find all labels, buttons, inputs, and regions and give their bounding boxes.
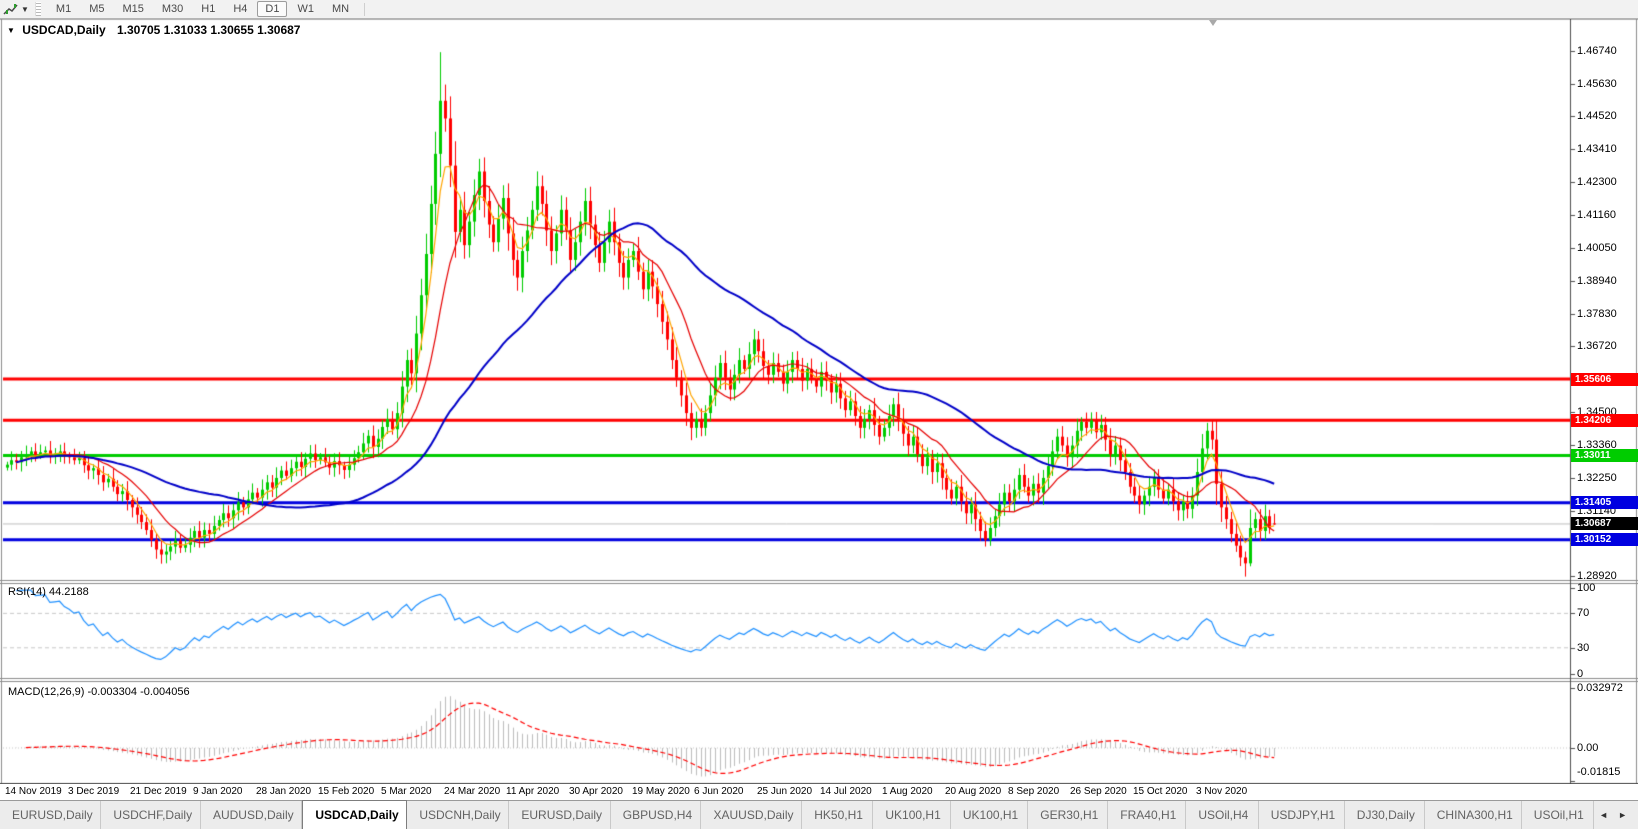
macd-tick-label: -0.01815 <box>1577 766 1621 778</box>
price-tick-label: 1.45630 <box>1577 78 1617 90</box>
date-label: 5 Mar 2020 <box>381 786 432 797</box>
date-label: 28 Jan 2020 <box>256 786 312 797</box>
price-tag-current: 1.30687 <box>1571 517 1638 530</box>
date-label: 11 Apr 2020 <box>506 786 560 797</box>
chart-tab-gbpusd[interactable]: GBPUSD,H4 <box>611 801 702 829</box>
date-axis[interactable]: 14 Nov 2019 3 Dec 2019 21 Dec 2019 9 Jan 20… <box>0 784 1638 800</box>
chevron-down-icon[interactable]: ▼ <box>21 5 29 14</box>
chart-tab-usdchf[interactable]: USDCHF,Daily <box>101 801 201 829</box>
chart-tab-ger30[interactable]: GER30,H1 <box>1028 801 1109 829</box>
date-label: 14 Jul 2020 <box>820 786 872 797</box>
macd-tick-label: 0.00 <box>1577 742 1599 754</box>
price-tick-label: 1.37830 <box>1577 308 1617 320</box>
date-label: 8 Sep 2020 <box>1008 786 1060 797</box>
price-tag-level: 1.30152 <box>1571 533 1638 546</box>
date-label: 19 May 2020 <box>632 786 690 797</box>
tab-scroll-arrows: ◄ ► <box>1594 801 1638 829</box>
price-tag-level: 1.33011 <box>1571 449 1638 462</box>
macd-tick-label: 0.032972 <box>1577 682 1623 694</box>
chart-tab-audusd[interactable]: AUDUSD,Daily <box>201 801 303 829</box>
timeframe-buttons: M1 M5 M15 M30 H1 H4 D1 W1 MN <box>47 1 358 17</box>
chart-tab-dj30[interactable]: DJ30,Daily <box>1345 801 1425 829</box>
price-tag-level: 1.35606 <box>1571 373 1638 386</box>
date-label: 14 Nov 2019 <box>5 786 62 797</box>
date-label: 15 Oct 2020 <box>1133 786 1188 797</box>
chart-style-icon[interactable] <box>3 2 19 16</box>
chart-tab-fra40[interactable]: FRA40,H1 <box>1108 801 1187 829</box>
timeframe-button-w1[interactable]: W1 <box>289 1 322 17</box>
timeframe-button-m1[interactable]: M1 <box>48 1 79 17</box>
price-tick-label: 1.32250 <box>1577 472 1617 484</box>
timeframe-button-d1[interactable]: D1 <box>257 1 288 17</box>
chart-tab-eurusd[interactable]: EURUSD,Daily <box>0 801 102 829</box>
timeframe-button-m5[interactable]: M5 <box>81 1 112 17</box>
chart-shift-marker[interactable] <box>1209 20 1217 26</box>
toolbar-grip[interactable] <box>34 2 41 16</box>
rsi-tick-label: 100 <box>1577 582 1596 594</box>
chart-tab-usoil[interactable]: USOil,H4 <box>1186 801 1259 829</box>
timeframe-button-m30[interactable]: M30 <box>154 1 191 17</box>
rsi-tick-label: 30 <box>1577 642 1590 654</box>
toolbar: ▼ M1 M5 M15 M30 H1 H4 D1 W1 MN <box>0 0 1638 19</box>
chart-plot[interactable] <box>0 18 1638 784</box>
price-tick-label: 1.36720 <box>1577 340 1617 352</box>
price-tick-label: 1.43410 <box>1577 143 1617 155</box>
chart-tab-uk100[interactable]: UK100,H1 <box>873 801 951 829</box>
date-label: 24 Mar 2020 <box>444 786 501 797</box>
tab-scroll-right-icon[interactable]: ► <box>1613 810 1632 820</box>
date-label: 9 Jan 2020 <box>193 786 243 797</box>
tab-scroll-left-icon[interactable]: ◄ <box>1594 810 1613 820</box>
chart-symbol: USDCAD,Daily <box>22 23 106 37</box>
date-label: 1 Aug 2020 <box>882 786 933 797</box>
date-label: 21 Dec 2019 <box>130 786 187 797</box>
price-tick-label: 1.42300 <box>1577 176 1617 188</box>
timeframe-button-mn[interactable]: MN <box>324 1 357 17</box>
date-label: 3 Dec 2019 <box>68 786 120 797</box>
timeframe-button-m15[interactable]: M15 <box>114 1 151 17</box>
rsi-indicator-label: RSI(14) 44.2188 <box>8 586 89 598</box>
chart-ohlc-values: 1.30705 1.31033 1.30655 1.30687 <box>116 23 301 37</box>
chart-tab-xauusd[interactable]: XAUUSD,Daily <box>701 801 803 829</box>
price-tick-label: 1.46740 <box>1577 45 1617 57</box>
date-label: 25 Jun 2020 <box>757 786 813 797</box>
price-tick-label: 1.28920 <box>1577 570 1617 582</box>
date-label: 30 Apr 2020 <box>569 786 623 797</box>
chart-tab-hk50[interactable]: HK50,H1 <box>802 801 874 829</box>
timeframe-button-h1[interactable]: H1 <box>193 1 223 17</box>
chart-tab-eurusd[interactable]: EURUSD,Daily <box>509 801 611 829</box>
price-tick-label: 1.40050 <box>1577 242 1617 254</box>
chart-tab-usdcnh[interactable]: USDCNH,Daily <box>407 801 510 829</box>
price-tick-label: 1.44520 <box>1577 110 1617 122</box>
date-label: 15 Feb 2020 <box>318 786 375 797</box>
date-label: 20 Aug 2020 <box>945 786 1002 797</box>
toolbar-separator <box>364 2 366 16</box>
timeframe-button-h4[interactable]: H4 <box>225 1 255 17</box>
chart-tab-china300[interactable]: CHINA300,H1 <box>1425 801 1522 829</box>
triangle-down-icon: ▼ <box>7 26 15 35</box>
chart-tabs: EURUSD,Daily USDCHF,Daily AUDUSD,Daily USDC… <box>0 800 1638 829</box>
price-tick-label: 1.41160 <box>1577 209 1616 221</box>
price-tick-label: 1.38940 <box>1577 275 1617 287</box>
mt4-window: { "toolbar": { "chart_style_icon": "char… <box>0 0 1638 829</box>
chart-tab-usdcad[interactable]: USDCAD,Daily <box>302 800 408 829</box>
price-tag-level: 1.31405 <box>1571 496 1638 509</box>
chart-tab-usoil[interactable]: USOil,H1 <box>1522 801 1595 829</box>
chart-tab-uk100[interactable]: UK100,H1 <box>951 801 1029 829</box>
macd-indicator-label: MACD(12,26,9) -0.003304 -0.004056 <box>8 686 190 698</box>
rsi-tick-label: 70 <box>1577 607 1590 619</box>
chart-title: ▼ USDCAD,Daily 1.30705 1.31033 1.30655 1… <box>7 23 300 37</box>
price-tag-level: 1.34206 <box>1571 414 1638 427</box>
chart-tab-usdjpy[interactable]: USDJPY,H1 <box>1259 801 1345 829</box>
date-label: 6 Jun 2020 <box>694 786 744 797</box>
date-label: 26 Sep 2020 <box>1070 786 1127 797</box>
date-label: 3 Nov 2020 <box>1196 786 1248 797</box>
rsi-tick-label: 0 <box>1577 668 1584 680</box>
